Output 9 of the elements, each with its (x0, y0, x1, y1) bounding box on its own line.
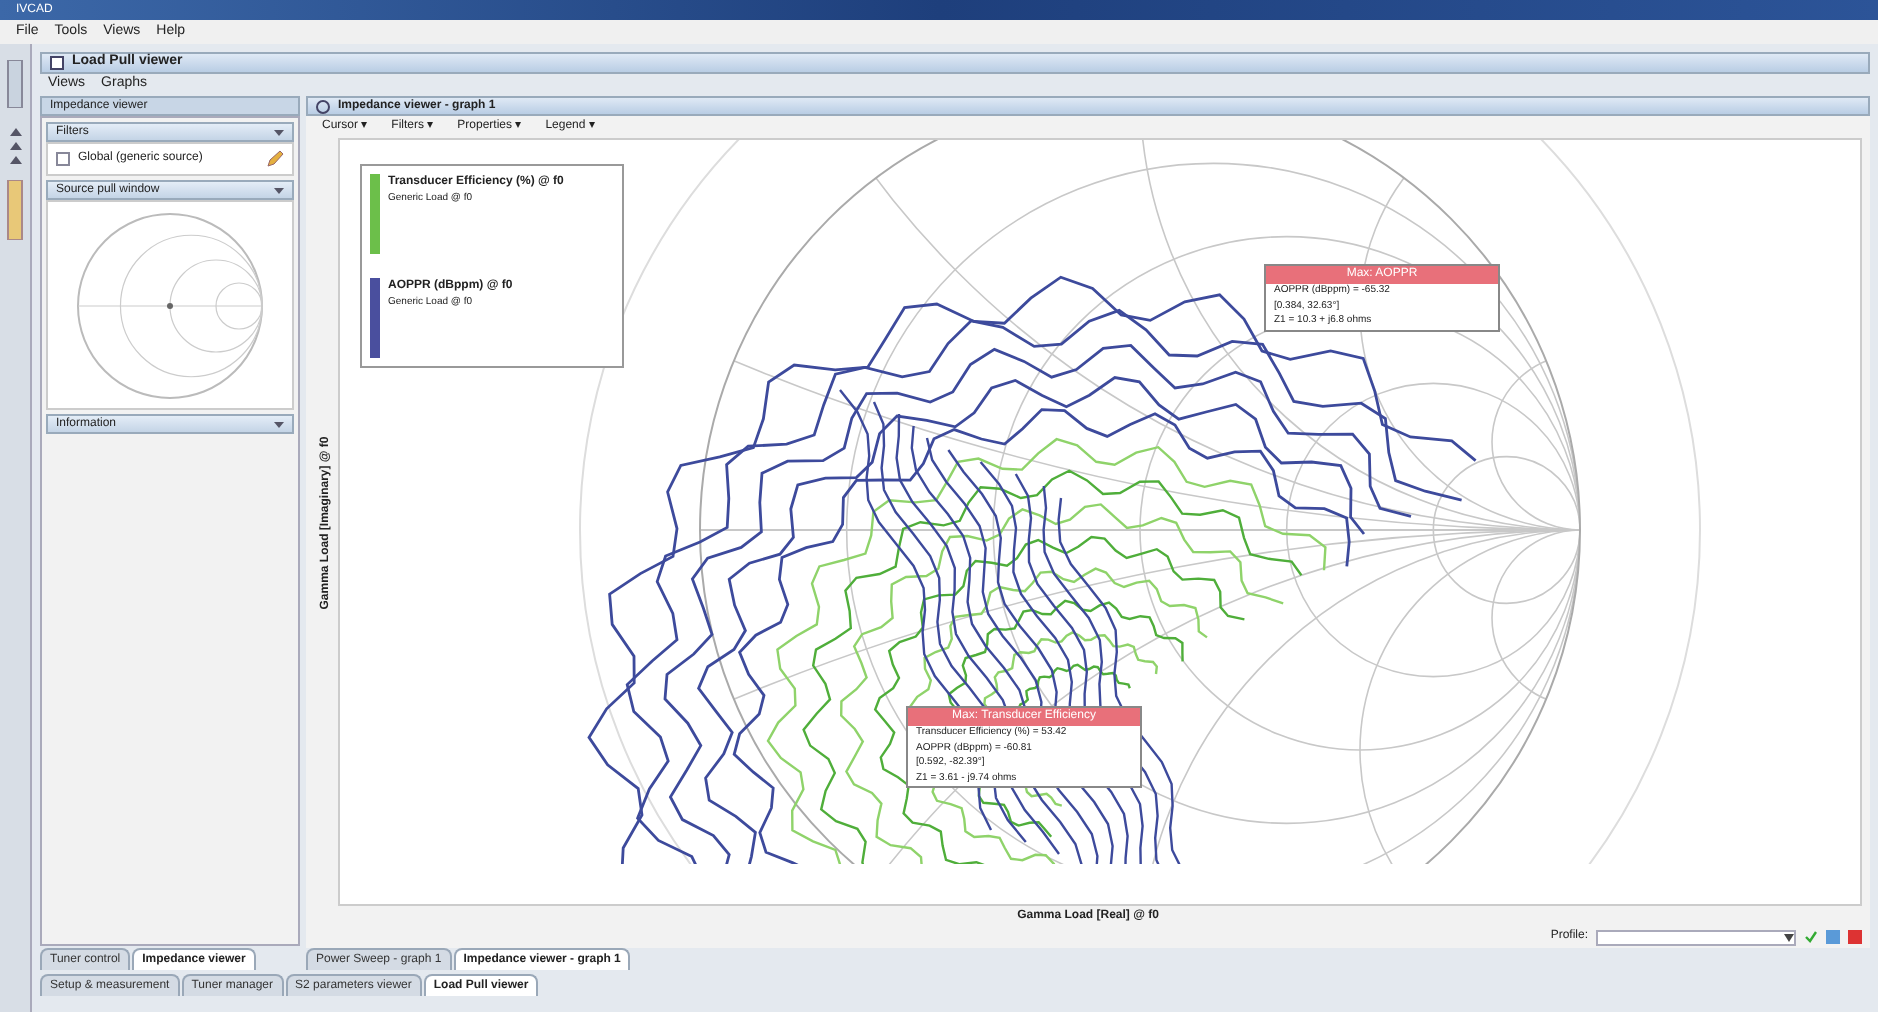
caret-icon (1784, 933, 1794, 941)
collapse-icon[interactable] (274, 419, 284, 429)
pencil-icon[interactable] (266, 150, 284, 168)
collapse-icon[interactable] (274, 127, 284, 137)
collapse-icon[interactable] (274, 185, 284, 195)
arrow-icon[interactable] (7, 124, 23, 164)
check-icon[interactable] (1804, 930, 1818, 944)
profile-dropdown[interactable] (1596, 929, 1796, 945)
checkbox[interactable] (56, 152, 70, 166)
